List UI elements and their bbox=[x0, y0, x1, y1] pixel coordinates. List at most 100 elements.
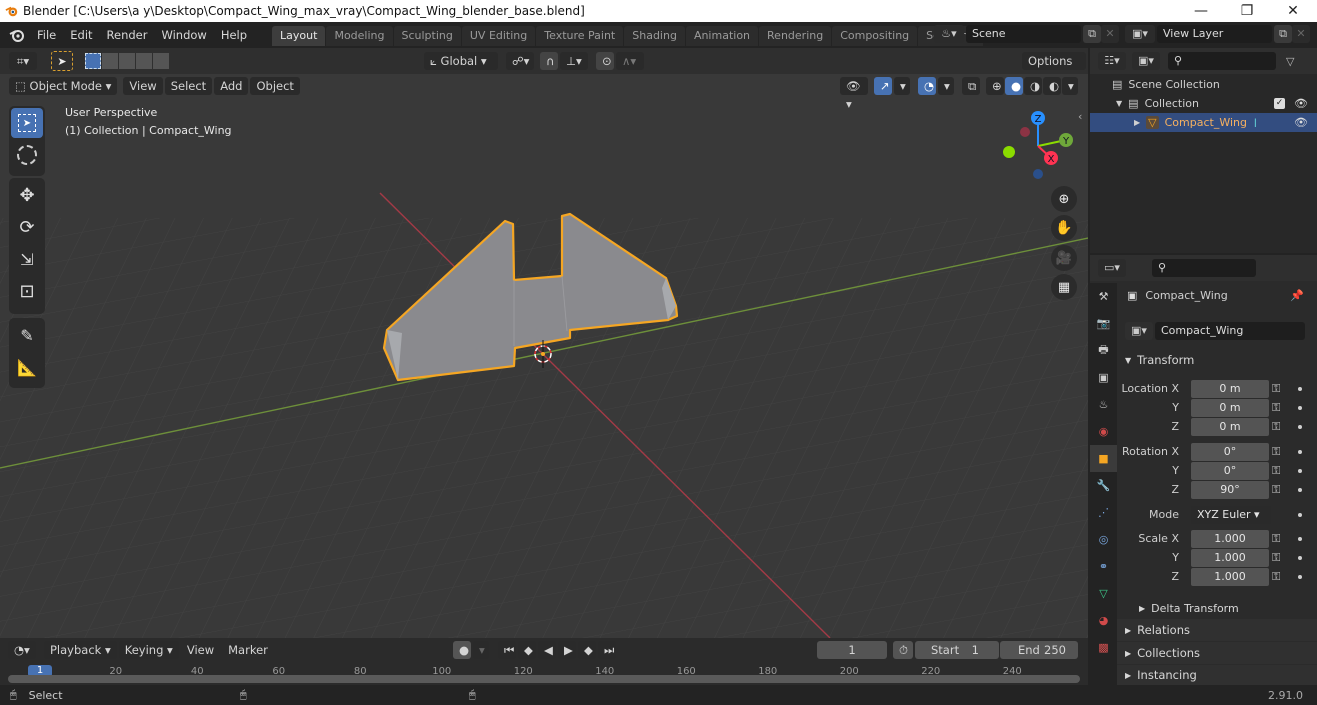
camera-view-icon[interactable]: 🎥 bbox=[1051, 245, 1077, 271]
restore-button[interactable]: ❐ bbox=[1224, 0, 1270, 22]
gizmo-toggle-icon[interactable]: ↗ bbox=[874, 77, 892, 95]
lock-icon[interactable]: ⚿ bbox=[1272, 532, 1286, 546]
lock-icon[interactable]: ⚿ bbox=[1272, 401, 1286, 415]
keyframe-dot[interactable] bbox=[1298, 574, 1302, 579]
lock-icon[interactable]: ⚿ bbox=[1272, 445, 1286, 459]
tab-sculpting[interactable]: Sculpting bbox=[393, 26, 461, 46]
overlays-toggle-icon[interactable]: ◔ bbox=[918, 77, 936, 95]
select-invert-mode-icon[interactable] bbox=[136, 53, 152, 69]
tab-scene[interactable]: ♨ bbox=[1090, 391, 1117, 418]
keyframe-dot[interactable] bbox=[1298, 449, 1302, 454]
tool-scale[interactable]: ⇲ bbox=[11, 244, 43, 274]
tab-texture-paint[interactable]: Texture Paint bbox=[536, 26, 624, 46]
scale-y-field[interactable]: 1.000 bbox=[1191, 548, 1269, 567]
view-layer-field[interactable]: View Layer bbox=[1157, 25, 1272, 43]
minimize-button[interactable]: — bbox=[1178, 0, 1224, 22]
tab-modeling[interactable]: Modeling bbox=[326, 26, 393, 46]
delta-transform-section[interactable]: ▶ Delta Transform bbox=[1117, 597, 1317, 619]
object-visibility-icon[interactable]: 👁 bbox=[1294, 116, 1308, 129]
scene-selector-icon[interactable]: ♨▾ bbox=[934, 25, 964, 43]
collection-checkbox[interactable]: ✓ bbox=[1274, 98, 1285, 109]
tab-tool[interactable]: ⚒ bbox=[1090, 283, 1117, 310]
tool-cursor[interactable] bbox=[11, 140, 43, 170]
gizmo-dropdown[interactable]: ▾ bbox=[894, 77, 910, 95]
location-z-field[interactable]: 0 m bbox=[1191, 417, 1269, 436]
tab-view-layer[interactable]: ▣ bbox=[1090, 364, 1117, 391]
snap-target-dropdown[interactable]: ⊥▾ bbox=[560, 52, 588, 70]
collection-visibility-icon[interactable]: 👁 bbox=[1294, 97, 1308, 110]
mode-dropdown[interactable]: ⬚ Object Mode ▾ bbox=[9, 77, 118, 95]
menu-edit[interactable]: Edit bbox=[63, 28, 99, 42]
tool-move[interactable]: ✥ bbox=[11, 180, 43, 210]
proportional-falloff-dropdown[interactable]: ∧▾ bbox=[616, 52, 644, 70]
location-x-field[interactable]: 0 m bbox=[1191, 379, 1269, 398]
tool-annotate[interactable]: ✎ bbox=[11, 320, 43, 350]
tool-select-box[interactable]: ➤ bbox=[11, 108, 43, 138]
tab-world[interactable]: ◉ bbox=[1090, 418, 1117, 445]
location-y-field[interactable]: 0 m bbox=[1191, 398, 1269, 417]
rendered-shading-icon[interactable]: ◐ bbox=[1043, 77, 1061, 95]
view-layer-selector-icon[interactable]: ▣▾ bbox=[1125, 25, 1155, 43]
relations-section[interactable]: ▶ Relations bbox=[1117, 619, 1317, 641]
rotation-y-field[interactable]: 0° bbox=[1191, 461, 1269, 480]
options-dropdown[interactable]: Options ▾ bbox=[1022, 52, 1086, 86]
close-button[interactable]: ✕ bbox=[1270, 0, 1316, 22]
tab-physics[interactable]: ◎ bbox=[1090, 526, 1117, 553]
keyframe-dot[interactable] bbox=[1298, 512, 1302, 517]
select-subtract-mode-icon[interactable] bbox=[119, 53, 135, 69]
tab-animation[interactable]: Animation bbox=[685, 26, 759, 46]
outliner-scene-collection[interactable]: ▤ Scene Collection bbox=[1090, 75, 1317, 94]
tab-texture[interactable]: ▩ bbox=[1090, 634, 1117, 661]
tab-modifiers[interactable]: 🔧 bbox=[1090, 472, 1117, 499]
timeline-scrollbar[interactable] bbox=[8, 675, 1080, 683]
tab-data[interactable]: ▽ bbox=[1090, 580, 1117, 607]
keyframe-dot[interactable] bbox=[1298, 386, 1302, 391]
menu-help[interactable]: Help bbox=[214, 28, 254, 42]
collections-section[interactable]: ▶ Collections bbox=[1117, 642, 1317, 664]
pin-icon[interactable]: 📌 bbox=[1290, 289, 1304, 302]
menu-file[interactable]: File bbox=[30, 28, 63, 42]
solid-shading-icon[interactable]: ● bbox=[1005, 77, 1023, 95]
viewport-menu-select[interactable]: Select bbox=[164, 77, 213, 95]
scene-name-field[interactable]: Scene bbox=[966, 25, 1081, 43]
new-view-layer-icon[interactable]: ⧉ bbox=[1274, 25, 1292, 43]
select-tool-icon[interactable]: ➤ bbox=[51, 51, 73, 71]
filter-icon[interactable]: ▽ bbox=[1286, 55, 1294, 68]
rotation-z-field[interactable]: 90° bbox=[1191, 480, 1269, 499]
proportional-edit-icon[interactable]: ⊙ bbox=[596, 52, 614, 70]
new-scene-icon[interactable]: ⧉ bbox=[1083, 25, 1101, 43]
transform-orientation-dropdown[interactable]: ⟀ Global ▾ bbox=[424, 52, 498, 70]
select-intersect-mode-icon[interactable] bbox=[153, 53, 169, 69]
shading-dropdown[interactable]: ▾ bbox=[1062, 77, 1078, 95]
keyframe-dot[interactable] bbox=[1298, 536, 1302, 541]
outliner-collection[interactable]: ▼ ▤ Collection ✓ 👁 bbox=[1090, 94, 1317, 113]
zoom-view-icon[interactable]: ⊕ bbox=[1051, 186, 1077, 212]
keyframe-dot[interactable] bbox=[1298, 468, 1302, 473]
rotation-x-field[interactable]: 0° bbox=[1191, 442, 1269, 461]
tab-shading[interactable]: Shading bbox=[624, 26, 685, 46]
tab-rendering[interactable]: Rendering bbox=[759, 26, 832, 46]
object-name-field[interactable]: Compact_Wing bbox=[1155, 321, 1305, 340]
select-new-mode-icon[interactable] bbox=[85, 53, 101, 69]
editor-type-icon[interactable]: ⌗▾ bbox=[9, 52, 37, 70]
blender-menu-icon[interactable] bbox=[8, 27, 26, 43]
sidebar-toggle-icon[interactable]: ‹ bbox=[1078, 110, 1082, 123]
select-extend-mode-icon[interactable] bbox=[102, 53, 118, 69]
lock-icon[interactable]: ⚿ bbox=[1272, 551, 1286, 565]
tab-compositing[interactable]: Compositing bbox=[832, 26, 918, 46]
outliner-search-input[interactable]: ⚲ bbox=[1168, 52, 1276, 70]
keyframe-dot[interactable] bbox=[1298, 487, 1302, 492]
visibility-dropdown[interactable]: 👁▾ bbox=[840, 77, 868, 111]
lock-icon[interactable]: ⚿ bbox=[1272, 420, 1286, 434]
pan-view-icon[interactable]: ✋ bbox=[1051, 215, 1077, 241]
rotation-mode-dropdown[interactable]: XYZ Euler ▾ bbox=[1191, 505, 1271, 524]
tool-transform[interactable]: ⊡ bbox=[11, 276, 43, 306]
display-mode-dropdown[interactable]: ▣▾ bbox=[1132, 52, 1160, 70]
viewport-menu-view[interactable]: View bbox=[123, 77, 163, 95]
delete-scene-icon[interactable]: ✕ bbox=[1101, 25, 1119, 43]
viewport-menu-object[interactable]: Object bbox=[250, 77, 300, 95]
outliner-object-compact-wing[interactable]: ▶ ▽ Compact_Wing ǀ 👁 bbox=[1090, 113, 1317, 132]
wireframe-shading-icon[interactable]: ⊕ bbox=[986, 77, 1004, 95]
outliner-editor-type-icon[interactable]: ☷▾ bbox=[1098, 52, 1126, 70]
delete-view-layer-icon[interactable]: ✕ bbox=[1292, 25, 1310, 43]
